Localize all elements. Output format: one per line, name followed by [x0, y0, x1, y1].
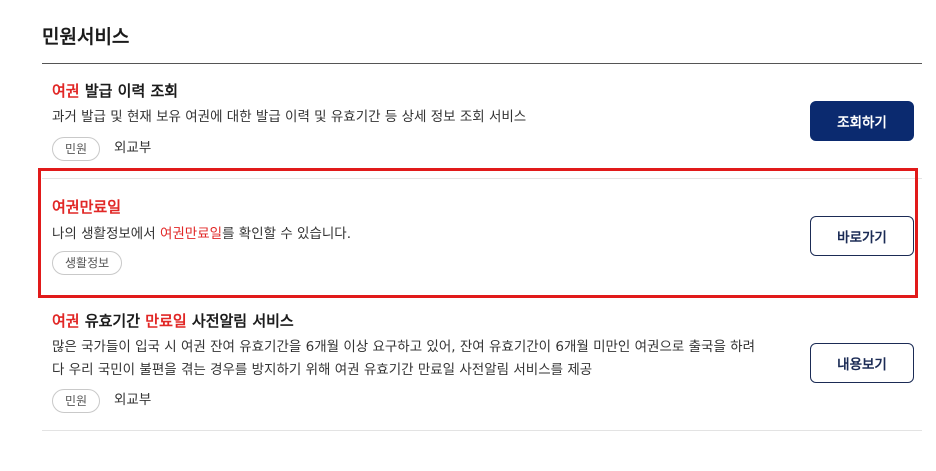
category-tag: 민원 — [52, 389, 101, 413]
title-text: 유효기간 — [79, 312, 146, 330]
service-title: 여권 발급 이력 조회 — [52, 80, 178, 101]
title-text: 발급 이력 조회 — [79, 82, 179, 100]
title-highlight: 여권 — [52, 312, 80, 330]
title-highlight: 여권 — [52, 82, 80, 100]
title-text: 사전알림 서비스 — [186, 312, 294, 330]
category-tag: 민원 — [52, 137, 101, 161]
service-item-expiry-alert: 여권 유효기간 만료일 사전알림 서비스 많은 국가들이 입국 시 여권 잔여 … — [42, 300, 922, 432]
inquiry-button[interactable]: 조회하기 — [810, 101, 914, 141]
view-content-button[interactable]: 내용보기 — [810, 343, 914, 383]
title-highlight: 만료일 — [145, 312, 187, 330]
service-description-line1: 많은 국가들이 입국 시 여권 잔여 유효기간을 6개월 이상 요구하고 있어,… — [52, 339, 756, 355]
focus-highlight-box — [38, 168, 918, 298]
agency-label: 외교부 — [114, 140, 152, 156]
service-description: 과거 발급 및 현재 보유 여권에 대한 발급 이력 및 유효기간 등 상세 정… — [52, 109, 527, 125]
service-item-passport-history: 여권 발급 이력 조회 과거 발급 및 현재 보유 여권에 대한 발급 이력 및… — [42, 64, 922, 179]
section-title: 민원서비스 — [42, 26, 130, 48]
row-divider — [42, 430, 922, 431]
service-description-line2: 다 우리 국민이 불편을 겪는 경우를 방지하기 위해 여권 유효기간 만료일 … — [52, 362, 593, 378]
agency-label: 외교부 — [114, 392, 152, 408]
service-title: 여권 유효기간 만료일 사전알림 서비스 — [52, 310, 294, 331]
